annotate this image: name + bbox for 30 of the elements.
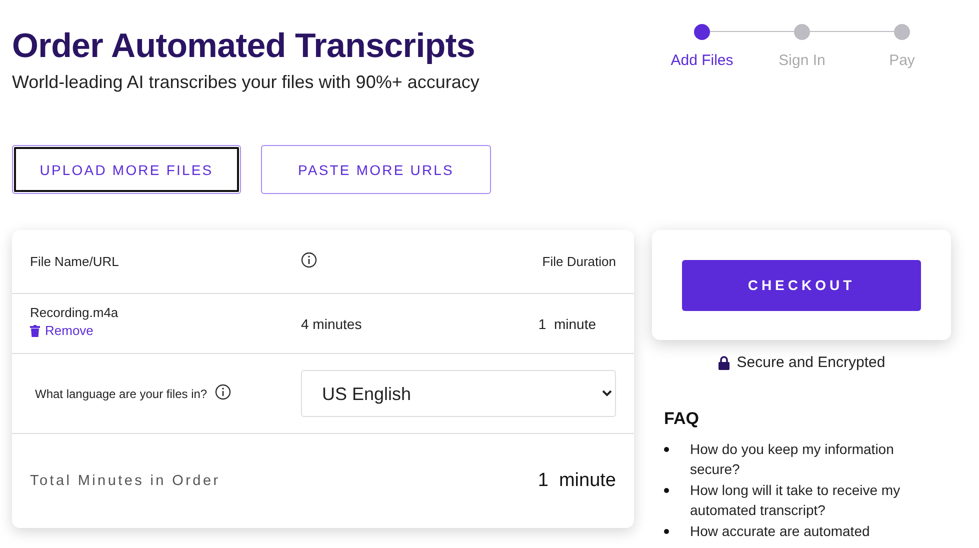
step-label: Add Files: [670, 52, 734, 69]
paste-urls-button[interactable]: PASTE MORE URLS: [261, 145, 491, 194]
column-header: File Name/URL: [30, 254, 120, 269]
faq-link[interactable]: How do you keep my information secure?: [690, 439, 920, 479]
info-icon[interactable]: [215, 384, 232, 400]
security-note: Secure and Encrypted: [736, 354, 886, 371]
faq-link[interactable]: How long will it take to receive my automated transcript?: [690, 480, 920, 520]
faq-link[interactable]: How accurate are automated: [690, 521, 920, 541]
upload-button[interactable]: UPLOAD MORE FILES: [12, 145, 241, 194]
file-duration: 1 minute: [538, 316, 596, 332]
bullet-icon: [664, 529, 669, 534]
checkout-button[interactable]: CHECKOUT: [682, 260, 921, 310]
bullet-icon: [664, 447, 669, 452]
trash-icon: [30, 324, 40, 337]
language-select[interactable]: US English: [301, 370, 616, 417]
info-icon[interactable]: [301, 252, 317, 268]
file-name: Recording.m4a: [30, 305, 120, 320]
page-subtitle: World-leading AI transcribes your files with 90%+ accuracy: [12, 71, 480, 94]
file-length: 4 minutes: [301, 316, 363, 332]
total-value: 1 minute: [538, 470, 616, 492]
faq-heading: FAQ: [664, 409, 699, 429]
total-label: Total Minutes in Order: [30, 473, 222, 489]
column-header: File Duration: [542, 254, 616, 269]
lock-icon: [718, 356, 730, 370]
language-question: What language are your files in?: [35, 386, 208, 400]
bullet-icon: [664, 488, 669, 493]
step-label: Sign In: [778, 52, 826, 69]
step-label: Pay: [889, 52, 915, 69]
remove-link[interactable]: Remove: [30, 323, 94, 338]
page-title: Order Automated Transcripts: [12, 26, 475, 66]
